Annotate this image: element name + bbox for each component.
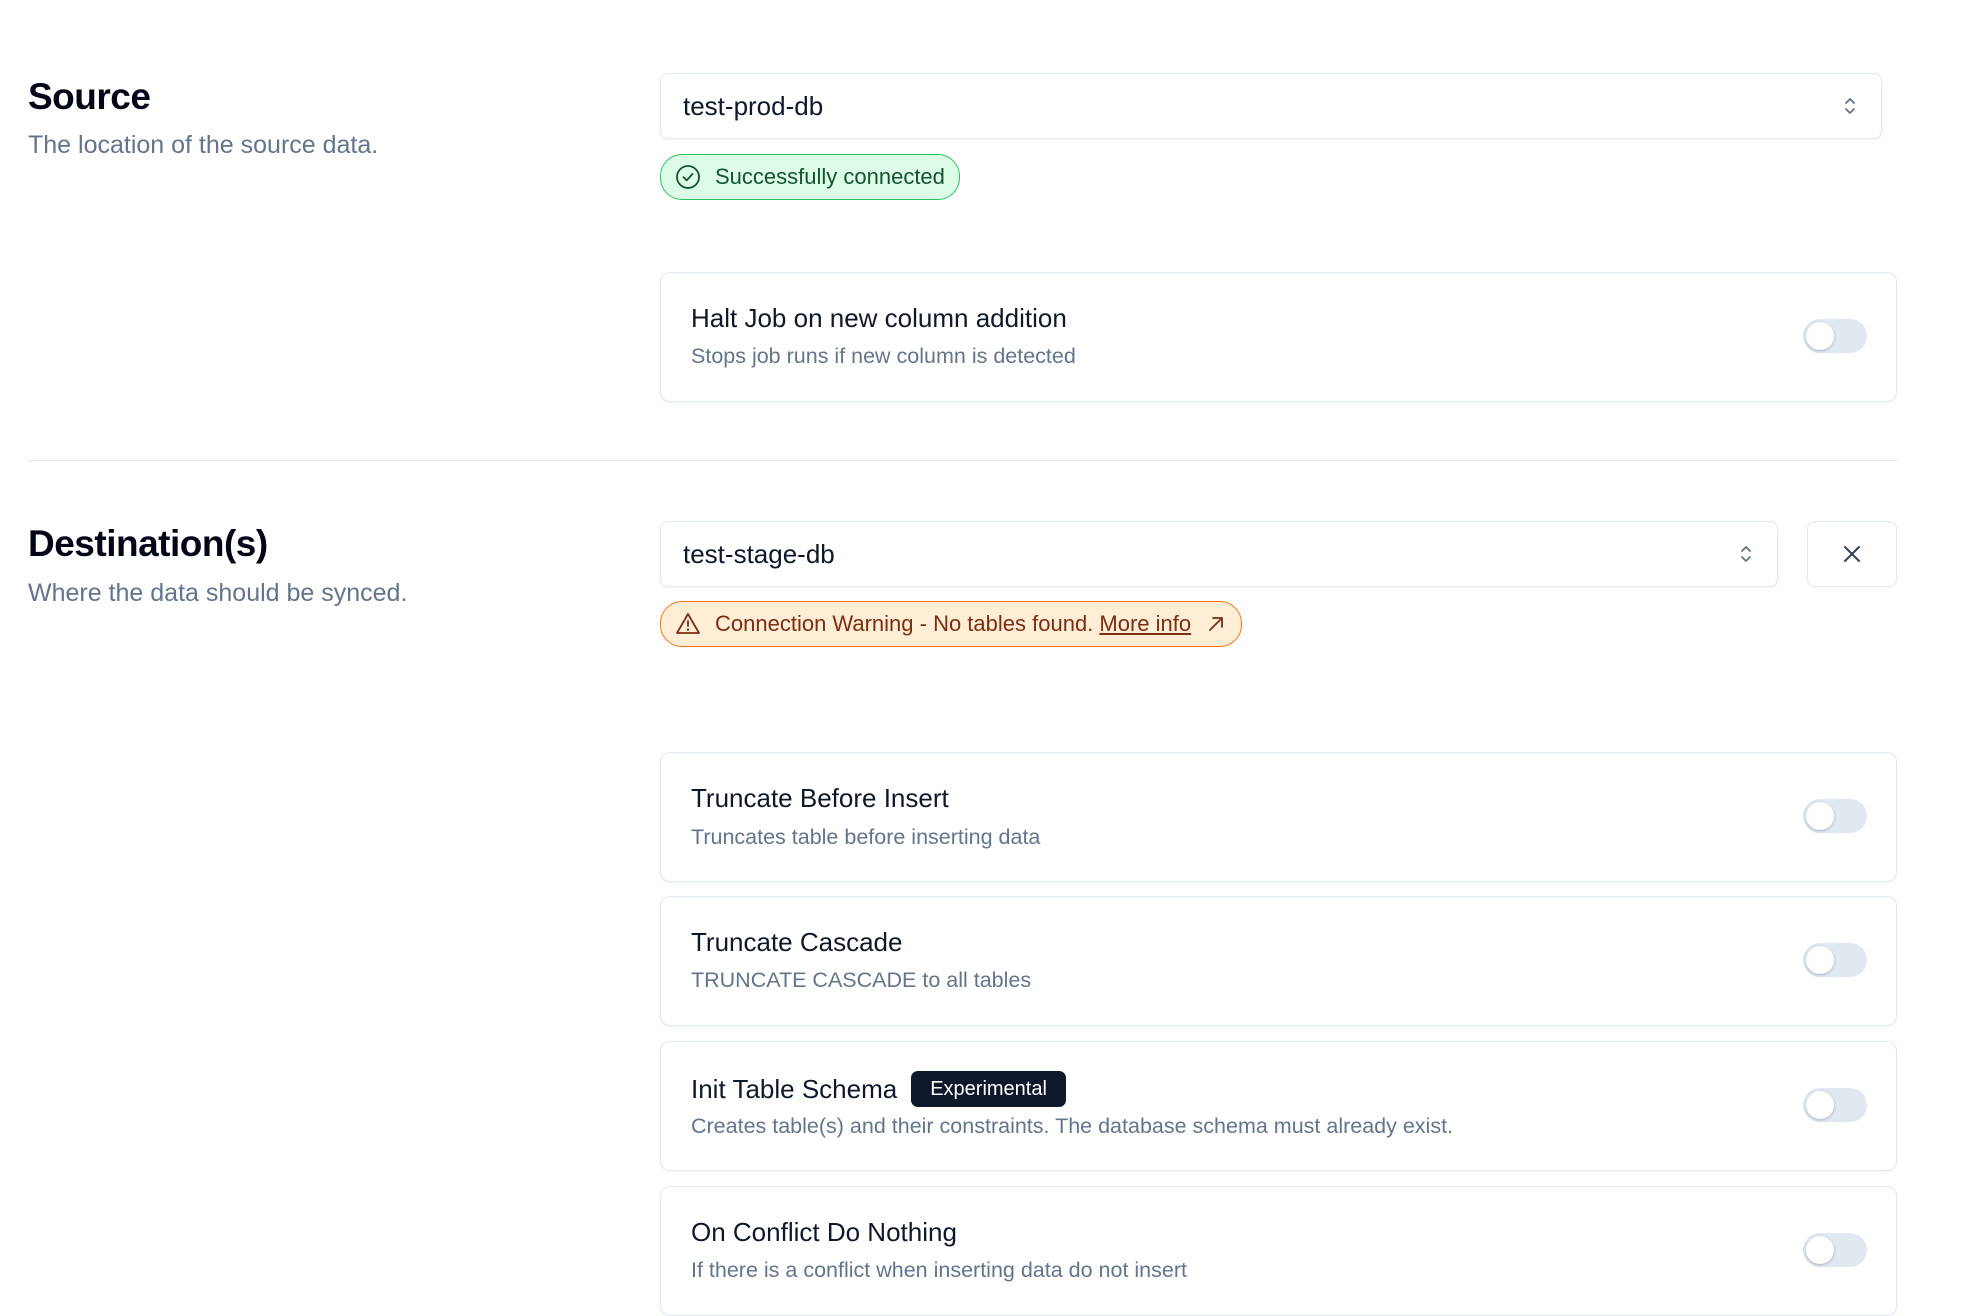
destination-select[interactable]: test-stage-db bbox=[660, 521, 1778, 587]
option-description: Stops job runs if new column is detected bbox=[691, 344, 1076, 368]
chevron-up-down-icon bbox=[1737, 541, 1755, 567]
option-description: If there is a conflict when inserting da… bbox=[691, 1258, 1187, 1282]
option-title: Truncate Cascade bbox=[691, 927, 903, 957]
toggle-truncate-cascade[interactable] bbox=[1803, 943, 1867, 977]
option-description: Truncates table before inserting data bbox=[691, 825, 1041, 849]
option-title: Truncate Before Insert bbox=[691, 783, 949, 813]
destination-warning-text: Connection Warning - No tables found. Mo… bbox=[715, 611, 1192, 636]
source-title: Source bbox=[28, 76, 151, 117]
remove-destination-button[interactable] bbox=[1807, 521, 1897, 587]
option-card-truncate-before-insert: Truncate Before Insert Truncates table b… bbox=[660, 752, 1897, 882]
arrow-up-right-icon[interactable] bbox=[1205, 613, 1227, 635]
source-description: The location of the source data. bbox=[28, 131, 379, 159]
toggle-truncate-before-insert[interactable] bbox=[1803, 799, 1867, 833]
option-card-truncate-cascade: Truncate Cascade TRUNCATE CASCADE to all… bbox=[660, 896, 1897, 1026]
check-circle-icon bbox=[675, 164, 701, 190]
option-title: On Conflict Do Nothing bbox=[691, 1217, 957, 1247]
option-card-init-table-schema: Init Table Schema Experimental Creates t… bbox=[660, 1041, 1897, 1171]
option-title: Init Table Schema Experimental bbox=[691, 1071, 1066, 1107]
destination-select-value: test-stage-db bbox=[683, 538, 835, 569]
source-select-value: test-prod-db bbox=[683, 90, 824, 121]
toggle-init-table-schema[interactable] bbox=[1803, 1088, 1867, 1122]
option-card-on-conflict-do-nothing: On Conflict Do Nothing If there is a con… bbox=[660, 1186, 1897, 1316]
option-card-halt-job: Halt Job on new column addition Stops jo… bbox=[660, 272, 1897, 402]
toggle-halt-job[interactable] bbox=[1803, 319, 1867, 353]
option-description: Creates table(s) and their constraints. … bbox=[691, 1114, 1454, 1138]
alert-triangle-icon bbox=[675, 611, 701, 637]
source-status-badge: Successfully connected bbox=[660, 154, 960, 200]
option-description: TRUNCATE CASCADE to all tables bbox=[691, 968, 1032, 992]
destination-description: Where the data should be synced. bbox=[28, 579, 408, 607]
experimental-badge: Experimental bbox=[911, 1071, 1066, 1107]
source-select[interactable]: test-prod-db bbox=[660, 73, 1882, 139]
source-status-text: Successfully connected bbox=[715, 164, 945, 189]
destination-title: Destination(s) bbox=[28, 523, 268, 564]
close-icon bbox=[1841, 543, 1863, 565]
more-info-link[interactable]: More info bbox=[1099, 611, 1191, 636]
chevron-up-down-icon bbox=[1841, 93, 1859, 119]
option-title: Halt Job on new column addition bbox=[691, 303, 1067, 333]
destination-warning-badge: Connection Warning - No tables found. Mo… bbox=[660, 601, 1243, 647]
section-divider bbox=[28, 460, 1898, 461]
toggle-on-conflict-do-nothing[interactable] bbox=[1803, 1233, 1867, 1267]
